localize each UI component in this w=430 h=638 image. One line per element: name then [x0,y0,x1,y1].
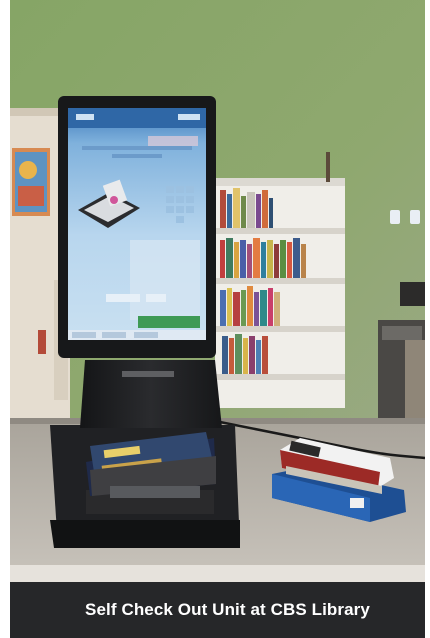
caption-bar: Self Check Out Unit at CBS Library [10,582,425,638]
image-frame: Self Check Out Unit at CBS Library [10,0,425,638]
caption-text: Self Check Out Unit at CBS Library [85,600,370,619]
kiosk-pedestal [80,360,222,428]
wall-outlet [390,210,400,224]
kiosk-photo [10,0,425,582]
book-stack-on-kiosk [86,432,216,514]
